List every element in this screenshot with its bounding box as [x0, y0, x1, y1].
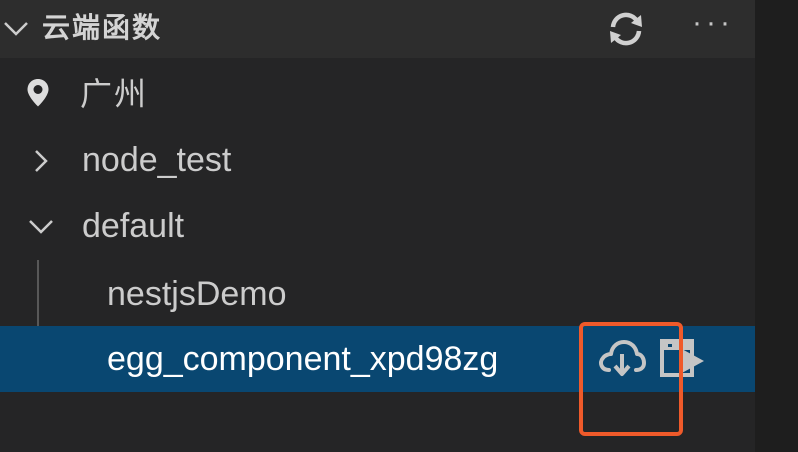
tree-item-label: node_test [82, 141, 232, 179]
annotation-highlight-box [579, 322, 683, 436]
region-label: 广州 [80, 75, 149, 113]
function-label: nestjsDemo [107, 275, 287, 313]
function-label: egg_component_xpd98zg [107, 340, 499, 378]
tree-item-node-test[interactable]: node_test [0, 128, 755, 192]
region-item[interactable]: 广州 [0, 62, 755, 126]
tree-item-label: default [82, 207, 185, 245]
section-title: 云端函数 [42, 11, 163, 44]
location-pin-icon [27, 79, 49, 107]
section-header[interactable]: 云端函数 ··· [0, 0, 755, 58]
more-actions-button[interactable]: ··· [688, 4, 738, 50]
editor-edge [755, 0, 798, 452]
cloud-functions-panel: 云端函数 ··· 广州 node_test default nestjsDemo [0, 0, 755, 452]
tree-item-default[interactable]: default [0, 194, 755, 258]
function-item-nestjsdemo[interactable]: nestjsDemo [0, 262, 755, 326]
chevron-down-icon[interactable] [28, 214, 54, 238]
chevron-right-icon[interactable] [28, 148, 52, 174]
chevron-down-icon[interactable] [2, 16, 30, 42]
refresh-icon[interactable] [600, 6, 652, 52]
